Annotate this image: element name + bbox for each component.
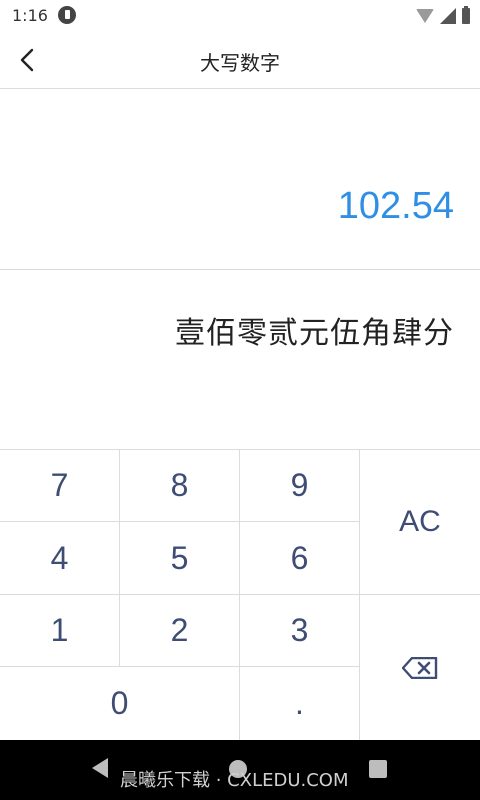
- nav-recent-apps-icon[interactable]: [369, 760, 387, 778]
- status-time: 1:16: [12, 6, 48, 25]
- input-number: 102.54: [337, 185, 454, 227]
- key-7[interactable]: 7: [0, 450, 120, 522]
- key-6[interactable]: 6: [240, 522, 360, 595]
- key-5[interactable]: 5: [120, 522, 240, 595]
- nav-back-icon[interactable]: [92, 758, 108, 778]
- status-icons: [416, 6, 470, 24]
- key-1[interactable]: 1: [0, 595, 120, 667]
- keypad: 7 8 9 AC 4 5 6 1 2 3 0 .: [0, 450, 480, 740]
- status-bar: 1:16: [0, 0, 480, 32]
- key-4[interactable]: 4: [0, 522, 120, 595]
- wifi-icon: [416, 9, 434, 23]
- number-display: 102.54: [0, 89, 480, 270]
- signal-icon: [440, 8, 456, 24]
- battery-icon: [462, 6, 470, 24]
- backspace-icon: [402, 656, 438, 679]
- chinese-uppercase-result: 壹佰零贰元伍角肆分: [175, 316, 454, 351]
- key-3[interactable]: 3: [240, 595, 360, 667]
- key-0[interactable]: 0: [0, 667, 240, 740]
- page-title: 大写数字: [200, 51, 280, 75]
- backspace-button[interactable]: [360, 595, 480, 740]
- key-9[interactable]: 9: [240, 450, 360, 522]
- key-8[interactable]: 8: [120, 450, 240, 522]
- key-2[interactable]: 2: [120, 595, 240, 667]
- watermark-text: 晨曦乐下载 · CXLEDU.COM: [120, 770, 349, 791]
- app-notification-icon: [58, 6, 76, 24]
- clear-button[interactable]: AC: [360, 450, 480, 595]
- result-display: 壹佰零贰元伍角肆分: [0, 270, 480, 450]
- app-toolbar: 大写数字: [0, 32, 480, 89]
- system-navigation-bar: 晨曦乐下载 · CXLEDU.COM: [0, 740, 480, 800]
- key-decimal-point[interactable]: .: [240, 667, 360, 740]
